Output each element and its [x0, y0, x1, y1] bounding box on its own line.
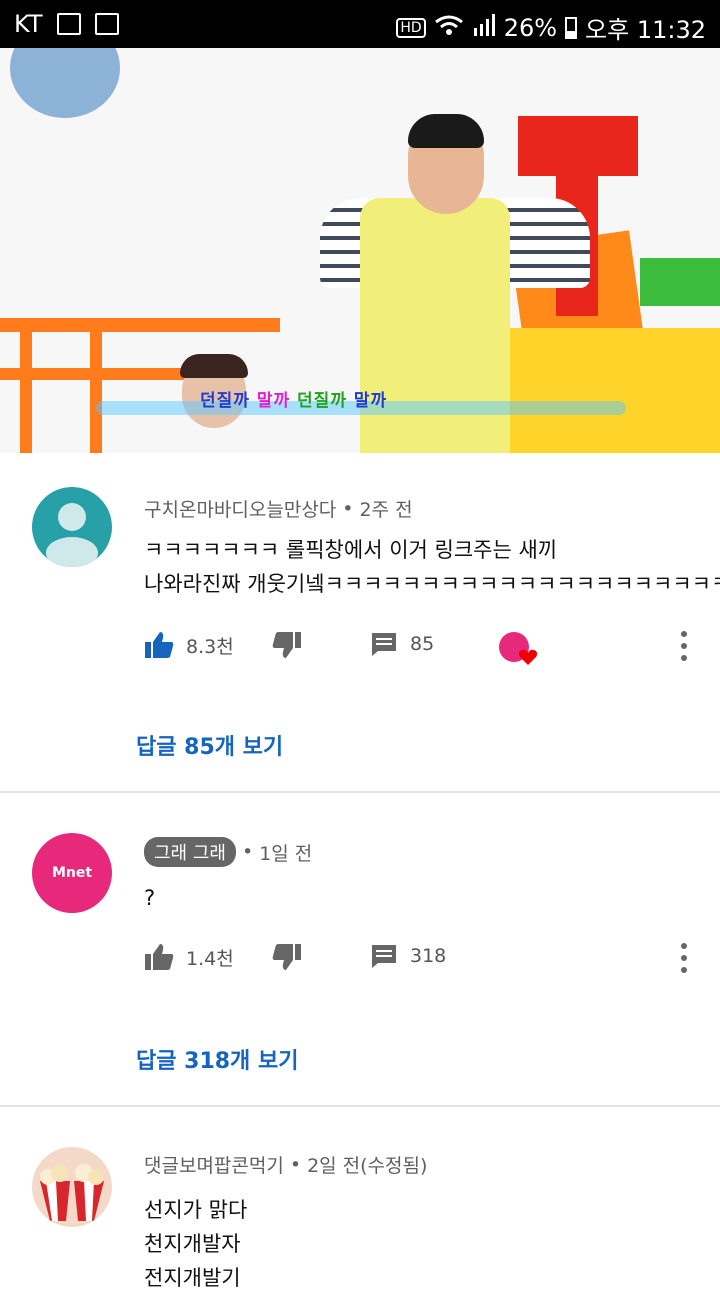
comment-time: 2일 전(수정됨) [307, 1155, 428, 1177]
stair-rail [0, 318, 280, 332]
avatar[interactable] [32, 487, 112, 567]
dislike-button[interactable] [272, 943, 302, 971]
more-options-button[interactable] [680, 943, 688, 973]
reply-count: 318 [410, 945, 447, 967]
comment-time: 2주 전 [359, 499, 413, 521]
reply-button[interactable]: 318 [370, 943, 446, 969]
caption-word: 말까 [353, 391, 388, 411]
comment-actions: 8.3천 85 [144, 631, 704, 671]
hd-voice-icon: HD [396, 17, 426, 38]
comment-line: 천지개발자 [144, 1232, 241, 1256]
signal-icon [472, 13, 496, 42]
thumbs-up-icon [145, 632, 174, 658]
meta-separator: • [241, 841, 254, 863]
balloon-decoration [10, 48, 120, 118]
creator-heart-icon [499, 632, 538, 665]
performer-hair [408, 114, 484, 148]
comment-line: 전지개발기 [144, 1266, 241, 1290]
like-count: 8.3천 [186, 635, 234, 658]
thumbs-up-icon [145, 944, 174, 970]
view-replies-link[interactable]: 답글 85개 보기 [136, 729, 283, 761]
caption-word: 던질까 [297, 391, 347, 411]
kebab-dot [681, 943, 687, 949]
comment-text: ? [144, 881, 155, 915]
like-count: 1.4천 [186, 947, 234, 970]
comment-line: 나와라진짜 개웃기넼ㅋㅋㅋㅋㅋㅋㅋㅋㅋㅋㅋㅋㅋㅋㅋㅋㅋㅋㅋㅋㅋㅋ [144, 572, 720, 596]
comment-thread: 댓글보며팝콘먹기 • 2일 전(수정됨) 선지가 맑다 천지개발자 전지개발기 [0, 1107, 720, 1290]
meta-separator: • [342, 497, 354, 520]
meta-separator: • [289, 1153, 302, 1176]
default-user-icon [46, 503, 98, 567]
clock: 오후 11:32 [585, 16, 706, 44]
avatar[interactable] [32, 1147, 112, 1227]
kebab-dot [681, 643, 687, 649]
kebab-dot [681, 955, 687, 961]
stair-post [20, 323, 32, 453]
comment-icon [372, 945, 396, 968]
comment-actions: 1.4천 318 [144, 943, 704, 983]
kebab-dot [681, 631, 687, 637]
popcorn-icon [40, 1164, 104, 1221]
comment-author[interactable]: 구치온마바디오늘만상다 [144, 495, 336, 522]
more-options-button[interactable] [680, 631, 688, 661]
battery-icon [565, 16, 578, 39]
thumbs-down-icon [272, 632, 301, 658]
reply-count: 85 [410, 633, 435, 655]
mnet-logo: Mnet [51, 865, 93, 881]
comment-meta: 구치온마바디오늘만상다 • 2주 전 [144, 495, 413, 522]
comment-author[interactable]: 댓글보며팝콘먹기 [144, 1151, 284, 1178]
comment-author[interactable]: 그래 그래 [144, 837, 236, 867]
comment-time: 1일 전 [259, 842, 313, 865]
comment-line: ㅋㅋㅋㅋㅋㅋㅋ 롤픽창에서 이거 링크주는 새끼 [144, 538, 558, 562]
battery-percent: 26% [503, 13, 558, 42]
comment-meta: 그래 그래 • 1일 전 [144, 837, 312, 867]
comment-line: ? [144, 886, 156, 910]
view-replies-link[interactable]: 답글 318개 보기 [136, 1043, 298, 1075]
comment-text: ㅋㅋㅋㅋㅋㅋㅋ 롤픽창에서 이거 링크주는 새끼 나와라진짜 개웃기넼ㅋㅋㅋㅋㅋ… [144, 533, 720, 601]
carrier-label: KT [14, 10, 43, 38]
like-button[interactable]: 1.4천 [144, 943, 234, 971]
caption-word: 말까 [256, 391, 291, 411]
kebab-dot [681, 655, 687, 661]
kebab-dot [681, 967, 687, 973]
set-block-yellow [510, 328, 720, 453]
stair-post [90, 323, 102, 453]
reply-button[interactable]: 85 [370, 631, 434, 657]
set-block-green [640, 258, 720, 306]
caption-word: 던질까 [200, 391, 250, 411]
wifi-icon [434, 14, 464, 42]
gmail-notification-icon [94, 13, 119, 35]
status-bar: KT HD 26% 오후 11:32 [0, 0, 720, 48]
comment-thread: 구치온마바디오늘만상다 • 2주 전 ㅋㅋㅋㅋㅋㅋㅋ 롤픽창에서 이거 링크주는… [0, 453, 720, 791]
comment-thread: Mnet 그래 그래 • 1일 전 ? 1.4천 318 답글 318개 보기 [0, 793, 720, 1105]
lyrics-caption: 던질까 말까 던질까 말까 [200, 386, 540, 411]
like-button[interactable]: 8.3천 [144, 631, 234, 659]
avatar[interactable]: Mnet [32, 833, 112, 913]
video-player[interactable]: 던질까 말까 던질까 말까 [0, 48, 720, 453]
comment-line: 선지가 맑다 [144, 1198, 248, 1222]
gallery-notification-icon [56, 13, 81, 35]
dislike-button[interactable] [272, 631, 302, 659]
comment-icon [372, 633, 396, 656]
comment-meta: 댓글보며팝콘먹기 • 2일 전(수정됨) [144, 1151, 427, 1178]
set-letter-t-top [518, 116, 638, 176]
child-hair [180, 354, 248, 378]
creator-heart [498, 631, 540, 667]
thumbs-down-icon [272, 944, 301, 970]
